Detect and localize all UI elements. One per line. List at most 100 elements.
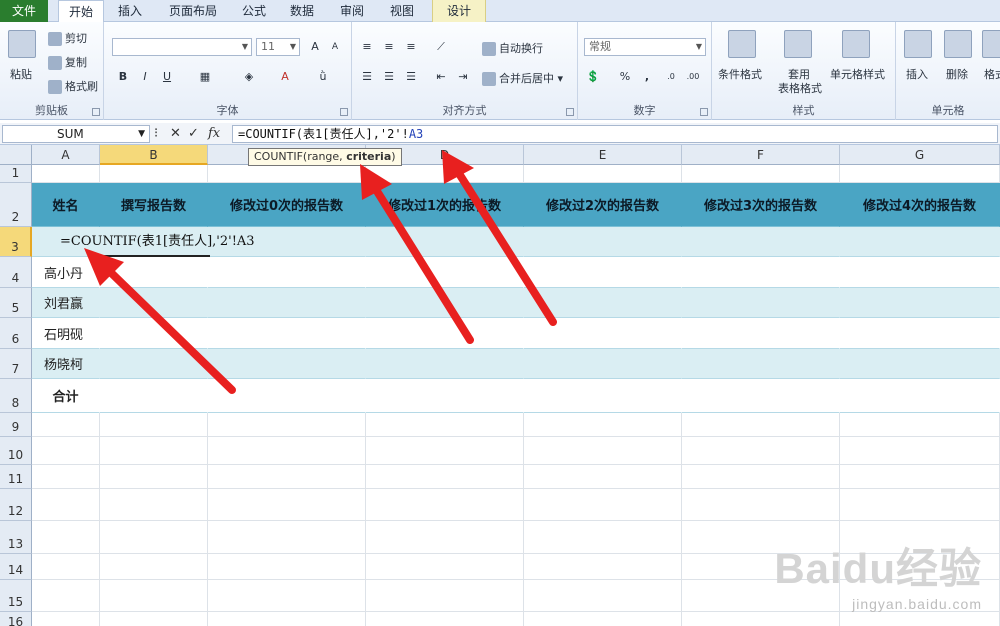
cell[interactable] — [682, 227, 840, 257]
cell[interactable] — [682, 288, 840, 318]
select-all-corner[interactable] — [0, 145, 32, 165]
cell[interactable] — [208, 165, 366, 183]
cell[interactable] — [682, 349, 840, 379]
decrease-decimal-icon[interactable]: .00 — [684, 68, 702, 86]
cell[interactable] — [366, 554, 524, 580]
row-header-8[interactable]: 8 — [0, 379, 32, 413]
row-header-11[interactable]: 11 — [0, 465, 32, 489]
cell[interactable] — [366, 349, 524, 379]
tab-file[interactable]: 文件 — [0, 0, 48, 22]
column-header-f[interactable]: F — [682, 145, 840, 165]
tab-design[interactable]: 设计 — [432, 0, 486, 22]
total-label[interactable]: 合计 — [32, 379, 100, 413]
header-cell-rev3[interactable]: 修改过3次的报告数 — [682, 183, 840, 227]
align-middle-icon[interactable]: ≡ — [380, 38, 398, 56]
align-left-icon[interactable]: ☰ — [358, 68, 376, 86]
column-header-a[interactable]: A — [32, 145, 100, 165]
cell[interactable] — [208, 349, 366, 379]
tab-review[interactable]: 审阅 — [332, 0, 372, 22]
insert-cells-button[interactable]: 插入 — [906, 66, 928, 82]
cell[interactable] — [208, 379, 366, 413]
cell[interactable] — [682, 465, 840, 489]
cell[interactable] — [682, 379, 840, 413]
column-header-b[interactable]: B — [100, 145, 208, 165]
row-header-6[interactable]: 6 — [0, 318, 32, 349]
row-header-4[interactable]: 4 — [0, 257, 32, 288]
cell[interactable] — [208, 554, 366, 580]
cell[interactable] — [208, 612, 366, 626]
column-header-g[interactable]: G — [840, 145, 1000, 165]
shrink-font-icon[interactable]: A — [326, 38, 344, 56]
tab-page-layout[interactable]: 页面布局 — [160, 0, 226, 22]
cell[interactable] — [100, 465, 208, 489]
cell[interactable] — [208, 489, 366, 521]
cut-button[interactable]: 剪切 — [48, 30, 87, 46]
column-header-e[interactable]: E — [524, 145, 682, 165]
cell[interactable] — [524, 349, 682, 379]
decrease-indent-icon[interactable]: ⇤ — [432, 68, 450, 86]
cell[interactable] — [840, 257, 1000, 288]
header-cell-reports[interactable]: 撰写报告数 — [100, 183, 208, 227]
cell[interactable] — [32, 612, 100, 626]
fx-icon[interactable]: fx — [208, 125, 220, 143]
font-color-icon[interactable]: A — [276, 68, 294, 86]
header-cell-rev0[interactable]: 修改过0次的报告数 — [208, 183, 366, 227]
cell[interactable] — [524, 521, 682, 554]
row-header-3[interactable]: 3 — [0, 227, 32, 257]
clipboard-launcher-icon[interactable] — [92, 108, 100, 116]
underline-icon[interactable]: U — [158, 68, 176, 86]
font-size-select[interactable]: 11 ▼ — [256, 38, 300, 56]
currency-icon[interactable]: 💲 — [584, 68, 602, 86]
cell[interactable] — [32, 465, 100, 489]
cell[interactable] — [100, 489, 208, 521]
border-icon[interactable]: ▦ — [196, 68, 214, 86]
alignment-launcher-icon[interactable] — [566, 108, 574, 116]
cell[interactable] — [366, 580, 524, 612]
cell[interactable] — [208, 257, 366, 288]
cell[interactable] — [32, 437, 100, 465]
row-header-15[interactable]: 15 — [0, 580, 32, 612]
cell[interactable] — [100, 257, 208, 288]
cell[interactable] — [524, 257, 682, 288]
wrap-text-button[interactable]: 自动换行 — [482, 40, 543, 56]
cell[interactable] — [208, 521, 366, 554]
cell[interactable] — [524, 612, 682, 626]
name-box[interactable]: SUM ▼ — [2, 125, 150, 143]
cell[interactable] — [366, 227, 524, 257]
name-cell[interactable]: 高小丹 — [32, 257, 100, 288]
align-bottom-icon[interactable]: ≡ — [402, 38, 420, 56]
cell[interactable] — [208, 318, 366, 349]
cell[interactable] — [100, 437, 208, 465]
cell[interactable] — [682, 318, 840, 349]
cell[interactable] — [32, 554, 100, 580]
cell[interactable] — [100, 413, 208, 437]
cell[interactable] — [366, 465, 524, 489]
font-launcher-icon[interactable] — [340, 108, 348, 116]
cell[interactable] — [524, 227, 682, 257]
orientation-icon[interactable]: ⟋ — [432, 38, 450, 56]
cell[interactable] — [208, 288, 366, 318]
cell[interactable] — [524, 318, 682, 349]
cell[interactable] — [682, 257, 840, 288]
cell[interactable] — [840, 379, 1000, 413]
row-header-9[interactable]: 9 — [0, 413, 32, 437]
number-launcher-icon[interactable] — [700, 108, 708, 116]
cell[interactable] — [100, 379, 208, 413]
cell[interactable] — [366, 612, 524, 626]
cell[interactable] — [366, 165, 524, 183]
row-header-13[interactable]: 13 — [0, 521, 32, 554]
row-header-5[interactable]: 5 — [0, 288, 32, 318]
cell[interactable] — [366, 437, 524, 465]
cell[interactable] — [524, 288, 682, 318]
format-painter-button[interactable]: 格式刷 — [48, 78, 98, 94]
cell[interactable] — [682, 165, 840, 183]
font-name-select[interactable]: ▼ — [112, 38, 252, 56]
cell-styles-button[interactable]: 单元格样式 — [830, 66, 885, 82]
cell[interactable] — [524, 580, 682, 612]
row-header-7[interactable]: 7 — [0, 349, 32, 379]
phonetic-icon[interactable]: ǜ — [314, 68, 332, 86]
paste-button[interactable]: 粘贴 — [10, 66, 32, 82]
cell[interactable] — [366, 489, 524, 521]
cell[interactable] — [32, 521, 100, 554]
cell[interactable] — [366, 379, 524, 413]
